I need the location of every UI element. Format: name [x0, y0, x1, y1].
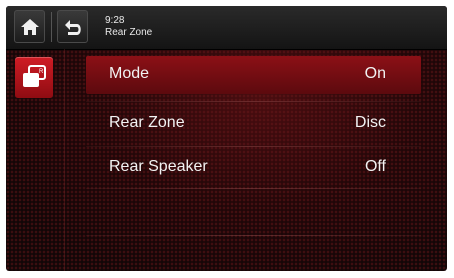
screen-title: Rear Zone — [105, 27, 153, 38]
menu-item-value: Disc — [354, 114, 386, 131]
menu-item-empty — [86, 192, 421, 230]
back-arrow-icon — [65, 20, 81, 35]
menu-item-value: On — [364, 65, 386, 82]
display-screen: 9:28 Rear Zone R Mode On Rear Zone Disc … — [6, 6, 447, 271]
clock-time: 9:28 — [105, 15, 125, 26]
row-divider — [86, 101, 421, 102]
svg-text:R: R — [39, 69, 44, 75]
menu-item-value: Off — [364, 158, 386, 175]
menu-item-label: Rear Zone — [109, 114, 185, 131]
back-button[interactable] — [57, 10, 88, 43]
home-button[interactable] — [14, 10, 45, 43]
menu-item-rear-zone[interactable]: Rear Zone Disc — [86, 105, 421, 143]
rear-zone-source-button[interactable]: R — [15, 57, 53, 98]
row-divider — [86, 235, 421, 236]
sidebar-divider — [64, 49, 65, 271]
top-bar: 9:28 Rear Zone — [6, 6, 447, 50]
row-divider — [86, 188, 421, 189]
menu-item-label: Mode — [109, 65, 150, 82]
topbar-divider — [51, 12, 52, 42]
row-divider — [86, 146, 421, 147]
menu-item-rear-speaker[interactable]: Rear Speaker Off — [86, 149, 421, 187]
menu-item-mode[interactable]: Mode On — [86, 56, 421, 94]
menu-item-label: Rear Speaker — [109, 158, 208, 175]
rear-zone-icon: R — [23, 65, 46, 87]
home-icon — [21, 19, 39, 35]
